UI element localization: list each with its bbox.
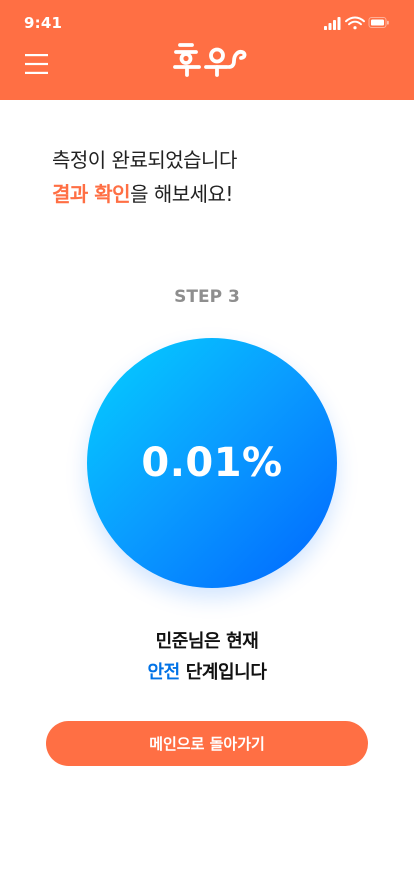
safety-level-label: 안전 xyxy=(147,662,181,683)
status-line-1: 민준님은 현재 xyxy=(155,631,259,652)
completion-line-1: 측정이 완료되었습니다 xyxy=(52,148,237,172)
status-time: 9:41 xyxy=(24,14,63,32)
app-logo xyxy=(173,43,247,77)
status-message: 민준님은 현재 안전 단계입니다 xyxy=(0,626,414,688)
wifi-icon xyxy=(345,16,365,30)
top-header: 9:41 xyxy=(0,0,414,100)
step-label: STEP 3 xyxy=(174,287,240,307)
completion-message: 측정이 완료되었습니다 결과 확인을 해보세요! xyxy=(52,143,237,211)
app-screen: 9:41 측정이 완료되었습니다 결과 확인을 해보세요! STEP 3 0.0… xyxy=(0,0,414,896)
battery-icon xyxy=(368,17,389,28)
completion-line-2-suffix: 을 해보세요! xyxy=(130,182,233,206)
result-check-highlight: 결과 확인 xyxy=(52,182,131,206)
hamburger-menu-icon[interactable] xyxy=(25,54,48,74)
result-circle: 0.01% xyxy=(87,338,337,588)
go-to-main-button[interactable]: 메인으로 돌아가기 xyxy=(46,721,368,766)
result-percentage: 0.01% xyxy=(141,440,283,486)
signal-icon xyxy=(324,17,341,30)
status-icons xyxy=(324,16,389,30)
status-line-2-suffix: 단계입니다 xyxy=(179,662,267,683)
status-line-2: 안전 단계입니다 xyxy=(0,657,414,688)
completion-line-2: 결과 확인을 해보세요! xyxy=(52,177,237,211)
